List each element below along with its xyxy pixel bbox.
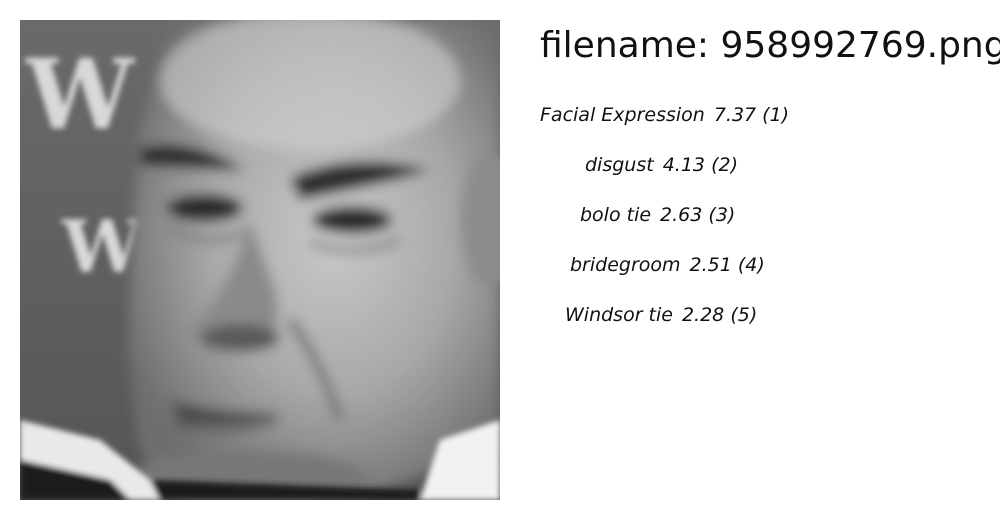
prediction-score: 7.37: [713, 104, 757, 126]
prediction-rank: (5): [730, 304, 758, 326]
prediction-score: 2.63: [660, 204, 703, 226]
prediction-row: disgust 4.13 (2): [585, 153, 738, 177]
filename-title: filename: 958992769.png: [540, 25, 1000, 66]
prediction-rank: (4): [737, 254, 765, 276]
prediction-rank: (3): [708, 204, 736, 226]
prediction-label: Windsor tie: [565, 304, 673, 326]
face-photo-drawing: W W: [20, 20, 500, 500]
prediction-label: disgust: [585, 154, 654, 176]
prediction-rank: (1): [762, 104, 790, 126]
prediction-row: Windsor tie 2.28 (5): [565, 303, 757, 327]
prediction-row: bridegroom 2.51 (4): [570, 253, 765, 277]
prediction-label: Facial Expression: [540, 104, 705, 126]
prediction-score: 4.13: [662, 154, 706, 176]
prediction-score: 2.28: [681, 304, 725, 326]
prediction-row: bolo tie 2.63 (3): [580, 203, 735, 227]
prediction-score: 2.51: [689, 254, 732, 276]
face-photo: W W: [20, 20, 500, 500]
prediction-row: Facial Expression 7.37 (1): [540, 103, 789, 127]
prediction-label: bolo tie: [580, 204, 652, 226]
prediction-label: bridegroom: [570, 254, 681, 276]
prediction-rank: (2): [711, 154, 738, 176]
backdrop-letter: W: [25, 38, 135, 151]
